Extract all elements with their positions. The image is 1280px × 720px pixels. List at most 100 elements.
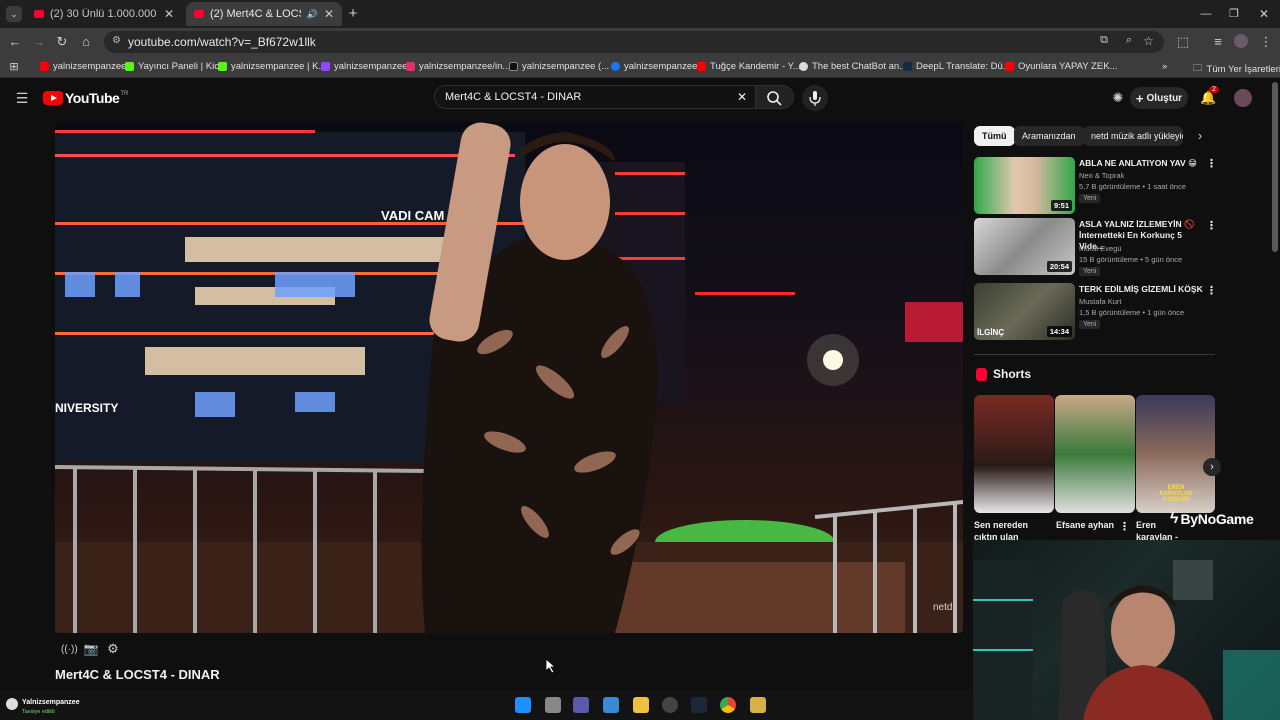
bookmark-item[interactable]: The best ChatBot an... [799, 61, 907, 72]
restore-icon[interactable]: ❐ [1226, 6, 1242, 22]
bookmark-item[interactable]: yalnizsempanzee | K... [218, 61, 326, 72]
youtube-icon [1005, 62, 1014, 71]
chevron-right-icon[interactable]: › [1192, 128, 1208, 144]
voice-search-button[interactable] [802, 85, 828, 111]
bookmark-label: Yayıncı Paneli | Kick [138, 61, 224, 72]
task-view-icon[interactable] [545, 697, 561, 713]
deepl-icon [903, 62, 912, 71]
more-options-icon[interactable]: ⋮ [1206, 157, 1217, 170]
bookmark-item[interactable]: yalnizsempanzee [40, 61, 126, 72]
youtube-logo[interactable]: YouTube TR [43, 90, 128, 106]
bookmark-item[interactable]: yalnizsempanzee [321, 61, 407, 72]
short-thumbnail[interactable] [974, 395, 1054, 513]
related-channel[interactable]: Mustafa Kurt [1079, 297, 1122, 306]
zoom-icon[interactable]: ⌕ [1126, 34, 1132, 47]
neon-strip [695, 292, 795, 295]
audio-wave-icon[interactable]: ((·)) [61, 642, 78, 658]
app-icon[interactable] [603, 697, 619, 713]
extensions-icon[interactable]: ⬚ [1175, 34, 1191, 50]
video-frame: VADI CAM NIVERSITY netd [55, 122, 963, 633]
bookmark-label: The best ChatBot an... [812, 61, 908, 72]
related-thumbnail[interactable]: 20:54 [974, 218, 1075, 275]
settings-gear-icon[interactable]: ⚙ [105, 641, 121, 657]
forward-arrow-icon[interactable]: → [31, 34, 47, 50]
minimize-icon[interactable]: — [1198, 6, 1214, 22]
brand-name: ByNoGame [1180, 511, 1254, 527]
new-tab-plus-icon[interactable]: + [345, 6, 361, 22]
browser-menu-icon[interactable]: ⋮ [1258, 34, 1274, 50]
reload-icon[interactable]: ↻ [54, 34, 70, 50]
account-avatar[interactable] [1234, 89, 1252, 107]
hamburger-menu-icon[interactable]: ☰ [14, 90, 30, 106]
tab-inactive[interactable]: (2) 30 Ünlü 1.000.000 Dolar için ✕ [26, 2, 182, 26]
address-bar[interactable]: ⚙ youtube.com/watch?v=_Bf672w1llk ⧉ ⌕ ☆ [104, 31, 1164, 53]
short-thumbnail-text: EREN KARAYLAN KOSKUN [1159, 485, 1193, 503]
app-icon[interactable] [573, 697, 589, 713]
mouse-cursor-icon [546, 659, 556, 673]
chip-uploader[interactable]: netd müzik adlı yükleyic [1083, 126, 1183, 146]
close-icon[interactable]: ✕ [164, 7, 174, 21]
bookmark-item[interactable]: Yayıncı Paneli | Kick [125, 61, 224, 72]
chip-all[interactable]: Tümü [974, 126, 1015, 146]
app-icon[interactable] [662, 697, 678, 713]
install-app-icon[interactable]: ⧉ [1100, 34, 1108, 47]
create-label: Oluştur [1146, 92, 1183, 104]
bookmark-item[interactable]: Tuğçe Kandemir - Y... [697, 61, 801, 72]
bookmark-label: yalnizsempanzee | K... [231, 61, 327, 72]
window-close-icon[interactable]: ✕ [1256, 6, 1272, 22]
more-bookmarks-icon[interactable]: » [1162, 61, 1167, 72]
related-title[interactable]: TERK EDİLMİŞ GİZEMLİ KÖŞK [1079, 284, 1207, 295]
home-icon[interactable]: ⌂ [78, 34, 94, 50]
chrome-icon[interactable] [720, 697, 736, 713]
more-options-icon[interactable]: ⋮ [1206, 219, 1217, 232]
more-options-icon[interactable]: ⋮ [1119, 520, 1130, 533]
short-thumbnail[interactable]: EREN KARAYLAN KOSKUN [1136, 395, 1215, 513]
tab-active[interactable]: (2) Mert4C & LOCST4 - DIN 🔊 ✕ [186, 2, 342, 26]
steam-icon[interactable] [691, 697, 707, 713]
video-title: Mert4C & LOCST4 - DINAR [55, 667, 220, 682]
video-duration: 20:54 [1046, 261, 1072, 272]
speaker-icon[interactable]: 🔊 [307, 9, 318, 20]
reading-list-icon[interactable]: ≡ [1210, 34, 1226, 50]
related-title[interactable]: ABLA NE ANLATIYON YAV 😁 [1079, 158, 1207, 169]
app-icon[interactable] [750, 697, 766, 713]
bookmark-label: yalnizsempanzee/in... [419, 61, 511, 72]
streamer-face [1111, 590, 1175, 670]
lamp-glow [807, 334, 859, 386]
related-thumbnail[interactable]: İLGİNÇ 14:34 [974, 283, 1075, 340]
bookmark-item[interactable]: DeepL Translate: Dü... [903, 61, 1011, 72]
tab-search-chevron-icon[interactable]: ⌄ [6, 6, 22, 22]
file-explorer-icon[interactable] [633, 697, 649, 713]
bookmark-item[interactable]: yalnizsempanzee/in... [406, 61, 510, 72]
close-icon[interactable]: ✕ [324, 7, 334, 21]
search-button[interactable] [756, 85, 794, 109]
webcam-frame [973, 560, 1280, 720]
shorts-next-chevron-icon[interactable]: › [1203, 458, 1221, 476]
clear-search-icon[interactable]: ✕ [737, 90, 747, 104]
short-title[interactable]: Sen nereden çıktın ulan [974, 519, 1050, 541]
bookmark-item[interactable]: yalnizsempanzee [611, 61, 697, 72]
related-channel[interactable]: Neo & Toprak [1079, 171, 1124, 180]
video-player[interactable]: VADI CAM NIVERSITY netd [55, 122, 963, 633]
building-sign: VADI CAM [381, 208, 444, 223]
bookmark-item[interactable]: Oyunlara YAPAY ZEK... [1005, 61, 1117, 72]
windows-start-icon[interactable] [515, 697, 531, 713]
create-button[interactable]: + Oluştur [1130, 87, 1188, 109]
related-thumbnail[interactable]: 9:51 [974, 157, 1075, 214]
neon-strip [615, 172, 685, 175]
chip-from-search[interactable]: Aramanızdan [1014, 126, 1084, 146]
search-input[interactable]: Mert4C & LOCST4 - DINAR ✕ [434, 85, 756, 109]
profile-avatar[interactable] [1234, 34, 1248, 48]
apps-grid-icon[interactable]: ⊞ [6, 59, 22, 75]
camera-icon[interactable]: 📷 [83, 641, 99, 657]
bookmark-item[interactable]: yalnizsempanzee (... [509, 61, 609, 72]
back-arrow-icon[interactable]: ← [7, 34, 23, 50]
all-bookmarks[interactable]: 🗀 Tüm Yer İşaretleri [1193, 61, 1280, 77]
more-options-icon[interactable]: ⋮ [1206, 284, 1217, 297]
page-scrollbar[interactable] [1272, 82, 1278, 252]
bookmark-star-icon[interactable]: ☆ [1143, 34, 1154, 48]
related-channel[interactable]: Murat Evegü [1079, 244, 1122, 253]
studio-gear-icon[interactable]: ✺ [1110, 90, 1126, 106]
site-info-icon[interactable]: ⚙ [112, 35, 121, 46]
short-thumbnail[interactable] [1055, 395, 1135, 513]
